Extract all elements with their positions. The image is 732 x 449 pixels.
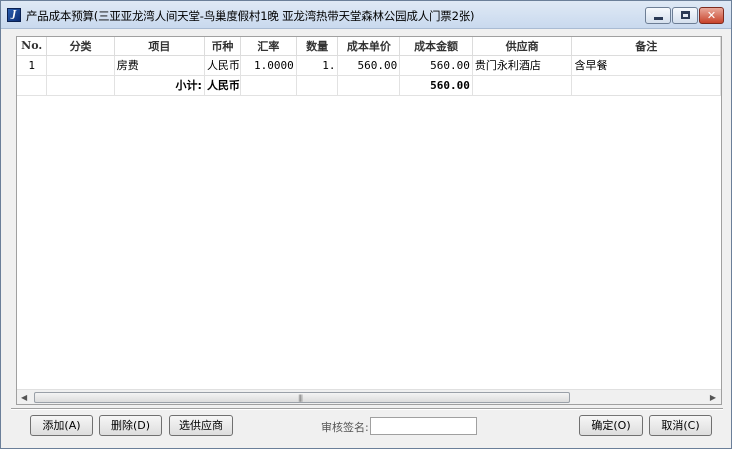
cell-supplier[interactable]: 贵门永利酒店 xyxy=(472,55,573,76)
window-title: 产品成本预算(三亚亚龙湾人间天堂-鸟巢度假村1晚 亚龙湾热带天堂森林公园成人门票… xyxy=(26,9,475,23)
cell-amount[interactable]: 560.00 xyxy=(399,55,473,76)
cell-empty xyxy=(240,75,297,96)
dialog-window: J 产品成本预算(三亚亚龙湾人间天堂-鸟巢度假村1晚 亚龙湾热带天堂森林公园成人… xyxy=(0,0,732,449)
scrollbar-thumb[interactable]: ||| xyxy=(34,392,570,403)
cell-unit-cost[interactable]: 560.00 xyxy=(337,55,401,76)
cell-empty xyxy=(337,75,401,96)
close-icon: ✕ xyxy=(706,9,717,22)
scroll-right-icon[interactable]: ▶ xyxy=(710,393,716,402)
maximize-button[interactable] xyxy=(672,7,698,24)
ok-button[interactable]: 确定(O) xyxy=(579,415,643,436)
column-header-item[interactable]: 项目 xyxy=(114,37,205,56)
cancel-button[interactable]: 取消(C) xyxy=(649,415,712,436)
signature-label: 审核签名: xyxy=(321,421,369,434)
column-header-no[interactable]: No. xyxy=(17,37,48,56)
minimize-icon xyxy=(654,17,663,20)
column-header-unit-cost[interactable]: 成本单价 xyxy=(337,37,401,56)
subtotal-amount: 560.00 xyxy=(399,75,473,96)
cell-qty[interactable]: 1. xyxy=(296,55,339,76)
budget-grid[interactable]: No. 分类 项目 币种 汇率 数量 成本单价 成本金额 供应商 备注 1 房费 xyxy=(16,36,722,405)
table-row[interactable]: 1 房费 人民币 1.0000 1. 560.00 560.00 贵门永利酒店 … xyxy=(17,55,721,76)
cell-item[interactable]: 房费 xyxy=(114,55,205,76)
maximize-icon xyxy=(681,11,690,19)
select-supplier-button[interactable]: 选供应商 xyxy=(169,415,233,436)
subtotal-currency: 人民币 xyxy=(204,75,241,96)
column-header-amount[interactable]: 成本金额 xyxy=(399,37,473,56)
table-header-row: No. 分类 项目 币种 汇率 数量 成本单价 成本金额 供应商 备注 xyxy=(17,37,721,56)
budget-table: No. 分类 项目 币种 汇率 数量 成本单价 成本金额 供应商 备注 1 房费 xyxy=(17,37,721,96)
cell-empty xyxy=(46,75,115,96)
delete-button[interactable]: 删除(D) xyxy=(99,415,162,436)
column-header-category[interactable]: 分类 xyxy=(46,37,115,56)
add-button[interactable]: 添加(A) xyxy=(30,415,93,436)
cell-rate[interactable]: 1.0000 xyxy=(240,55,297,76)
cell-empty xyxy=(472,75,573,96)
close-button[interactable]: ✕ xyxy=(699,7,724,24)
cell-empty xyxy=(17,75,48,96)
column-header-currency[interactable]: 币种 xyxy=(204,37,241,56)
cell-note[interactable]: 含早餐 xyxy=(571,55,721,76)
cell-currency[interactable]: 人民币 xyxy=(204,55,241,76)
horizontal-scrollbar[interactable]: ◀ ||| ▶ xyxy=(17,389,721,404)
grip-icon: ||| xyxy=(298,394,303,402)
cell-empty xyxy=(296,75,339,96)
column-header-note[interactable]: 备注 xyxy=(571,37,721,56)
cell-no[interactable]: 1 xyxy=(17,55,48,76)
subtotal-label: 小计: xyxy=(114,75,205,96)
column-header-rate[interactable]: 汇率 xyxy=(240,37,297,56)
column-header-supplier[interactable]: 供应商 xyxy=(472,37,573,56)
scroll-left-icon[interactable]: ◀ xyxy=(21,393,27,402)
column-header-qty[interactable]: 数量 xyxy=(296,37,339,56)
app-logo-icon: J xyxy=(7,8,21,22)
footer-divider xyxy=(11,408,723,410)
cell-category[interactable] xyxy=(46,55,115,76)
title-bar[interactable]: J 产品成本预算(三亚亚龙湾人间天堂-鸟巢度假村1晚 亚龙湾热带天堂森林公园成人… xyxy=(1,1,731,29)
minimize-button[interactable] xyxy=(645,7,671,24)
cell-empty xyxy=(571,75,721,96)
subtotal-row: 小计: 人民币 560.00 xyxy=(17,75,721,96)
signature-input[interactable] xyxy=(370,417,477,435)
